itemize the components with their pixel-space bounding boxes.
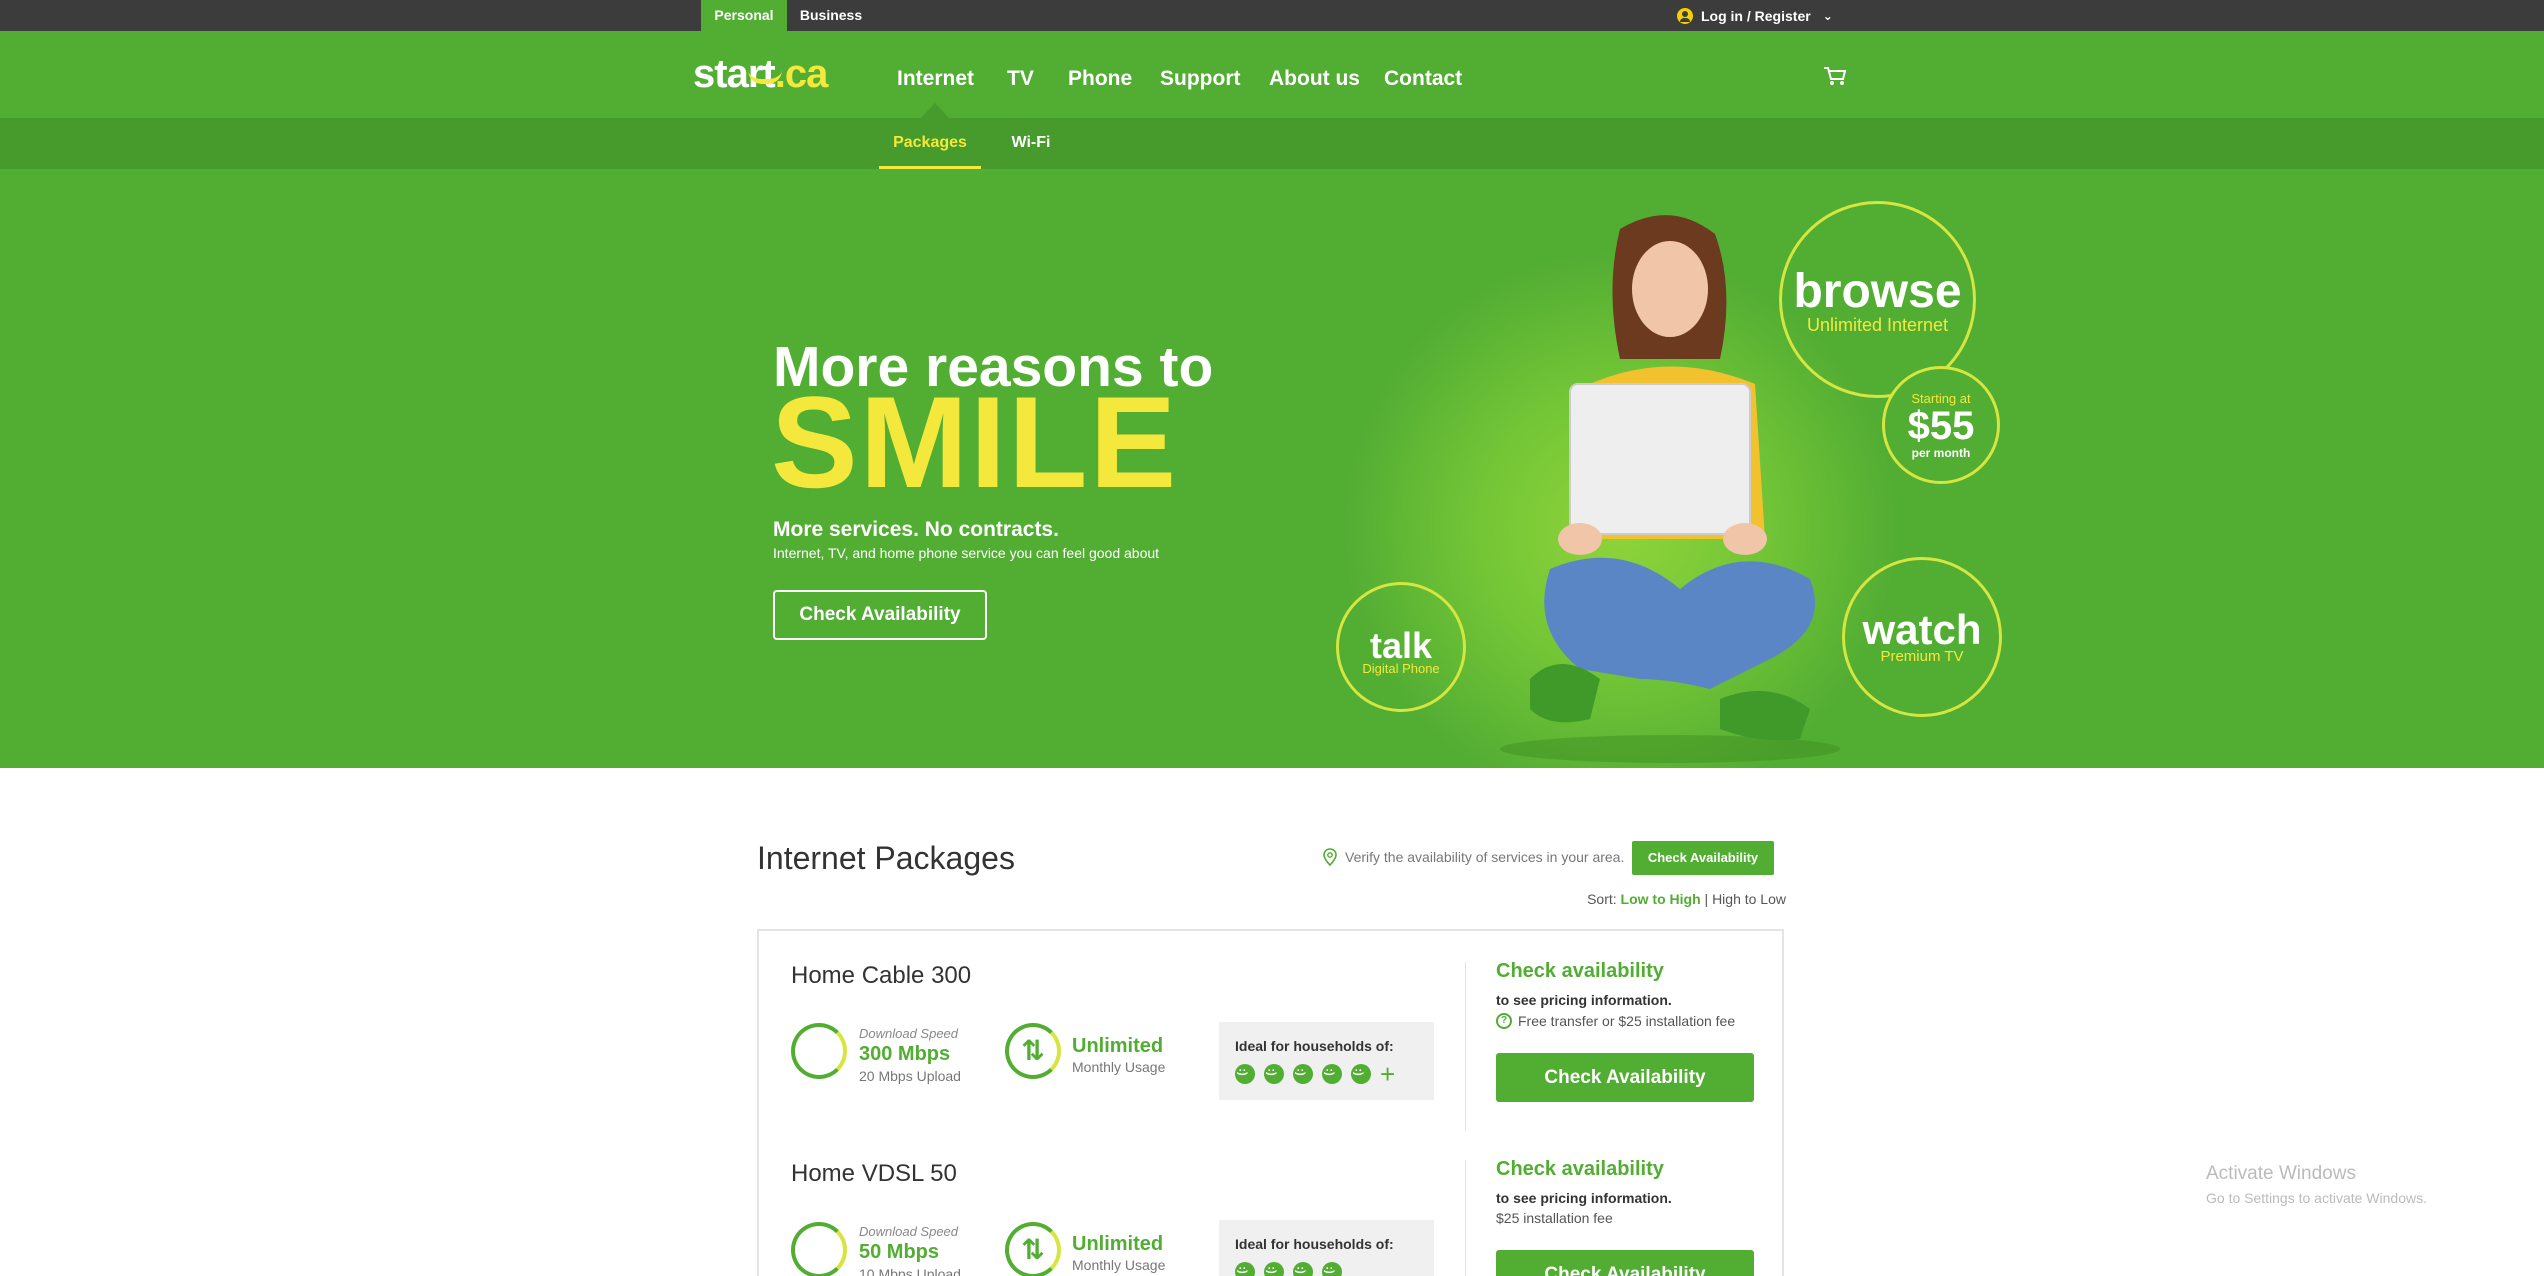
sort-separator: |: [1704, 891, 1709, 907]
hero-check-availability-button[interactable]: Check Availability: [773, 590, 987, 640]
monthly-usage-label: Monthly Usage: [1072, 1257, 1166, 1273]
household-size-label: Ideal for households of:: [1235, 1038, 1394, 1054]
nav-about-us[interactable]: About us: [1269, 31, 1360, 118]
talk-bubble: talk Digital Phone: [1336, 582, 1466, 712]
internet-packages-title: Internet Packages: [757, 840, 1015, 876]
check-availability-heading: Check availability: [1496, 1158, 1664, 1180]
activate-windows-title: Activate Windows: [2206, 1163, 2356, 1184]
nav-support[interactable]: Support: [1160, 31, 1240, 118]
transfer-arrows-icon: ⇅: [1021, 1234, 1045, 1265]
card-divider: [1465, 962, 1466, 1132]
check-availability-button[interactable]: Check Availability: [1496, 1053, 1754, 1102]
installation-fee-text: Free transfer or $25 installation fee: [1518, 1013, 1736, 1029]
installation-fee-note: $25 installation fee: [1496, 1210, 1613, 1226]
person-face-icon: [1264, 1064, 1284, 1084]
hero-subtitle: More services. No contracts.: [773, 518, 1059, 541]
pricing-info-note: to see pricing information.: [1496, 1190, 1672, 1206]
installation-fee-text: $25 installation fee: [1496, 1210, 1613, 1226]
price-suffix: per month: [1911, 446, 1971, 460]
tab-personal[interactable]: Personal: [701, 0, 787, 31]
installation-fee-note: ? Free transfer or $25 installation fee: [1496, 1013, 1735, 1029]
active-nav-indicator: [921, 103, 949, 118]
watch-bubble: watch Premium TV: [1842, 557, 2002, 717]
cart-icon[interactable]: [1823, 66, 1847, 86]
upload-speed-value: 10 Mbps Upload: [859, 1266, 961, 1276]
monthly-usage-value: Unlimited: [1072, 1035, 1164, 1057]
person-face-icon: [1322, 1064, 1342, 1084]
package-name: Home VDSL 50: [791, 1160, 957, 1187]
package-card: Home Cable 300 Download Speed 300 Mbps 2…: [757, 929, 1784, 1132]
package-card: Home VDSL 50 Download Speed 50 Mbps 10 M…: [757, 1130, 1784, 1276]
person-face-icon: [1293, 1064, 1313, 1084]
nav-tv[interactable]: TV: [1007, 31, 1034, 118]
download-speed-value: 300 Mbps: [859, 1043, 951, 1065]
verify-availability-text: Verify the availability of services in y…: [1323, 848, 1624, 866]
hero-description: Internet, TV, and home phone service you…: [773, 545, 1160, 561]
household-faces: [1235, 1262, 1342, 1276]
talk-bubble-subtitle: Digital Phone: [1362, 661, 1440, 676]
sort-label: Sort:: [1587, 891, 1617, 907]
user-icon: [1677, 7, 1693, 24]
download-speed-value: 50 Mbps: [859, 1241, 940, 1263]
login-register-label: Log in / Register: [1701, 7, 1811, 24]
verify-label: Verify the availability of services in y…: [1345, 849, 1625, 865]
upload-speed-value: 20 Mbps Upload: [859, 1068, 961, 1084]
speed-gauge-icon: [791, 1023, 847, 1079]
plus-icon: +: [1380, 1059, 1396, 1089]
transfer-arrows-icon: ⇅: [1021, 1035, 1045, 1066]
sub-navigation: Packages Wi-Fi: [0, 118, 2544, 169]
sort-control: Sort: Low to High | High to Low: [1580, 891, 1786, 907]
person-face-icon: [1322, 1262, 1342, 1276]
person-face-icon: [1293, 1262, 1313, 1276]
logo-suffix: .ca: [774, 52, 829, 96]
subnav-packages[interactable]: Packages: [879, 118, 981, 169]
price-bubble: Starting at $55 per month: [1882, 366, 2000, 484]
household-size-box: Ideal for households of: +: [1219, 1022, 1434, 1100]
sort-high-to-low[interactable]: High to Low: [1712, 891, 1786, 907]
help-icon[interactable]: ?: [1496, 1013, 1512, 1029]
location-pin-icon: [1323, 848, 1337, 866]
browse-bubble-title: browse: [1793, 265, 1962, 318]
main-navigation: start.ca Internet TV Phone Support About…: [0, 31, 2544, 118]
monthly-usage-label: Monthly Usage: [1072, 1059, 1166, 1075]
package-name: Home Cable 300: [791, 962, 972, 989]
top-utility-bar: Personal Business Log in / Register ⌄: [0, 0, 2544, 31]
pricing-info-note: to see pricing information.: [1496, 992, 1672, 1008]
check-availability-button[interactable]: Check Availability: [1496, 1250, 1754, 1276]
hero-banner: More reasons to SMILE More services. No …: [0, 169, 2544, 768]
card-divider: [1465, 1160, 1466, 1276]
verify-check-availability-button[interactable]: Check Availability: [1632, 841, 1774, 875]
download-speed-label: Download Speed: [859, 1026, 959, 1041]
browse-bubble-subtitle: Unlimited Internet: [1806, 315, 1949, 335]
chevron-down-icon: ⌄: [1822, 8, 1833, 23]
monthly-usage-value: Unlimited: [1072, 1233, 1164, 1255]
person-face-icon: [1351, 1064, 1371, 1084]
login-register-menu[interactable]: Log in / Register ⌄: [1677, 0, 1833, 31]
speed-gauge-icon: [791, 1222, 847, 1276]
person-face-icon: [1235, 1262, 1255, 1276]
hero-title-line2: SMILE: [771, 369, 1179, 515]
household-size-label: Ideal for households of:: [1235, 1236, 1394, 1252]
price-amount: $55: [1907, 404, 1975, 448]
sort-low-to-high[interactable]: Low to High: [1621, 891, 1701, 907]
household-faces: +: [1235, 1059, 1396, 1089]
person-face-icon: [1264, 1262, 1284, 1276]
activate-windows-subtitle: Go to Settings to activate Windows.: [2206, 1190, 2427, 1206]
nav-contact[interactable]: Contact: [1384, 31, 1462, 118]
household-size-box: Ideal for households of:: [1219, 1220, 1434, 1276]
tab-business[interactable]: Business: [788, 0, 874, 31]
subnav-wifi[interactable]: Wi-Fi: [1000, 118, 1062, 169]
person-face-icon: [1235, 1064, 1255, 1084]
check-availability-heading: Check availability: [1496, 960, 1664, 982]
download-speed-label: Download Speed: [859, 1224, 959, 1239]
nav-phone[interactable]: Phone: [1068, 31, 1132, 118]
watch-bubble-title: watch: [1862, 606, 1982, 653]
